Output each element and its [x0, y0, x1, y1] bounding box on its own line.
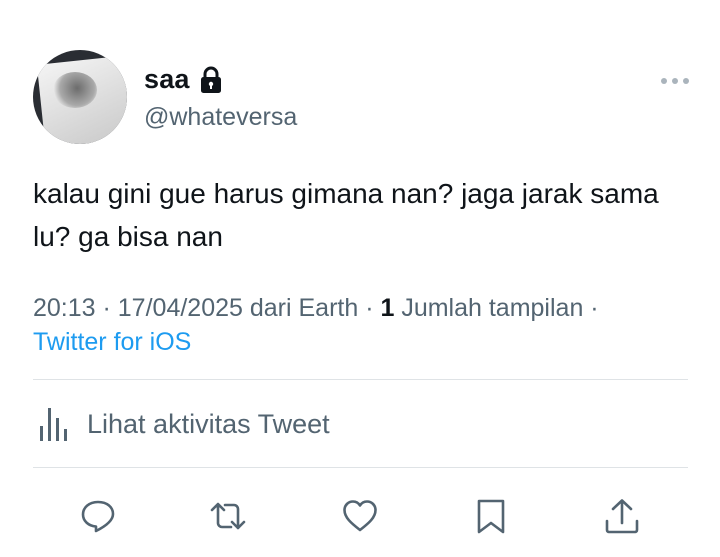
- divider: [33, 379, 688, 380]
- views-label: Jumlah tampilan: [394, 294, 584, 322]
- author-handle[interactable]: @whateversa: [144, 103, 297, 132]
- reply-icon: [81, 500, 115, 533]
- like-icon: [343, 500, 377, 532]
- tweet-text: kalau gini gue harus gimana nan? jaga ja…: [33, 178, 659, 252]
- retweet-button[interactable]: [208, 494, 248, 538]
- bookmark-icon: [477, 499, 505, 534]
- analytics-icon: [33, 404, 73, 444]
- tweet-date[interactable]: 17/04/2025: [118, 294, 243, 322]
- tweet-source-link[interactable]: Twitter for iOS: [33, 328, 191, 356]
- like-button[interactable]: [340, 494, 380, 538]
- bookmark-button[interactable]: [471, 494, 511, 538]
- views-count: 1: [380, 294, 395, 322]
- retweet-icon: [210, 502, 246, 530]
- share-button[interactable]: [602, 494, 642, 538]
- avatar-photo-figure: [53, 72, 97, 108]
- reply-button[interactable]: [78, 494, 118, 538]
- more-icon[interactable]: [660, 74, 690, 88]
- tweet-activity-label: Lihat aktivitas Tweet: [87, 408, 330, 439]
- share-icon: [605, 499, 639, 534]
- author-name-row[interactable]: saa: [144, 64, 224, 95]
- lock-icon: [198, 66, 224, 94]
- tweet-location: dari Earth: [242, 294, 359, 322]
- avatar[interactable]: [33, 50, 127, 144]
- meta-separator: ·: [583, 294, 599, 322]
- meta-separator: ·: [358, 294, 381, 322]
- tweet-meta: 20:13 · 17/04/2025 dari Earth · 1 Jumlah…: [33, 291, 693, 359]
- divider: [33, 467, 688, 468]
- tweet-activity-button[interactable]: Lihat aktivitas Tweet: [33, 404, 330, 444]
- author-display-name[interactable]: saa: [144, 64, 190, 95]
- tweet-time[interactable]: 20:13: [33, 294, 96, 322]
- meta-separator: ·: [95, 294, 118, 322]
